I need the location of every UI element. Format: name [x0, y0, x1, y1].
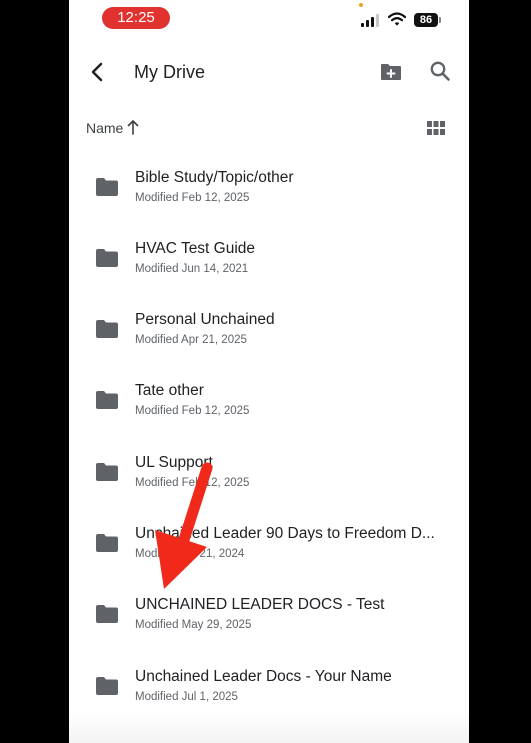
folder-name: HVAC Test Guide [135, 240, 256, 257]
folder-modified-date: Modified May 29, 2025 [135, 619, 252, 631]
cell-signal-icon [361, 13, 381, 27]
status-bar: 12:25 86 [69, 0, 469, 40]
folder-icon [96, 463, 118, 481]
grid-view-icon[interactable] [426, 118, 446, 138]
folder-icon [96, 391, 118, 409]
folder-row[interactable]: Tate other Modified Feb 12, 2025 [69, 370, 469, 441]
folder-modified-date: Modified Feb 12, 2025 [135, 192, 250, 204]
folder-row[interactable]: UL Support Modified Feb 12, 2025 [69, 442, 469, 513]
sort-by-name-button[interactable]: Name [86, 120, 123, 136]
folder-modified-date: Modified Jun 14, 2021 [135, 263, 249, 275]
status-time: 12:25 [102, 7, 170, 29]
phone-screen: 12:25 86 My Drive Name Bible Study/Topic… [69, 0, 469, 743]
privacy-indicator [359, 3, 363, 7]
bottom-fade [69, 712, 469, 743]
folder-name: UNCHAINED LEADER DOCS - Test [135, 596, 385, 613]
folder-icon [96, 534, 118, 552]
folder-modified-date: Modified Feb 12, 2025 [135, 477, 250, 489]
battery-indicator: 86 [414, 13, 438, 27]
folder-name: UL Support [135, 454, 213, 471]
folder-name: Tate other [135, 382, 204, 399]
folder-row[interactable]: Unchained Leader 90 Days to Freedom D...… [69, 513, 469, 584]
sort-ascending-icon[interactable] [126, 118, 140, 136]
page-title: My Drive [134, 62, 205, 82]
folder-icon [96, 178, 118, 196]
folder-row[interactable]: UNCHAINED LEADER DOCS - Test Modified Ma… [69, 584, 469, 655]
folder-icon [96, 677, 118, 695]
folder-modified-date: Modified Jul 21, 2024 [135, 548, 245, 560]
folder-modified-date: Modified Apr 21, 2025 [135, 334, 247, 346]
folder-row[interactable]: Bible Study/Topic/other Modified Feb 12,… [69, 157, 469, 228]
battery-tip [439, 17, 441, 23]
folder-icon [96, 605, 118, 623]
folder-icon [96, 320, 118, 338]
folder-name: Unchained Leader Docs - Your Name [135, 668, 392, 685]
folder-icon [96, 249, 118, 267]
folder-name: Bible Study/Topic/other [135, 169, 294, 186]
app-bar: My Drive [69, 48, 469, 96]
folder-row[interactable]: Personal Unchained Modified Apr 21, 2025 [69, 299, 469, 370]
back-arrow-icon[interactable] [84, 58, 112, 86]
wifi-icon [388, 12, 406, 26]
sort-bar: Name [69, 113, 469, 141]
folder-name: Personal Unchained [135, 311, 275, 328]
folder-name: Unchained Leader 90 Days to Freedom D... [135, 525, 435, 542]
new-folder-icon[interactable] [379, 60, 403, 84]
folder-row[interactable]: HVAC Test Guide Modified Jun 14, 2021 [69, 228, 469, 299]
search-icon[interactable] [428, 59, 452, 83]
folder-modified-date: Modified Jul 1, 2025 [135, 691, 238, 703]
folder-modified-date: Modified Feb 12, 2025 [135, 405, 250, 417]
